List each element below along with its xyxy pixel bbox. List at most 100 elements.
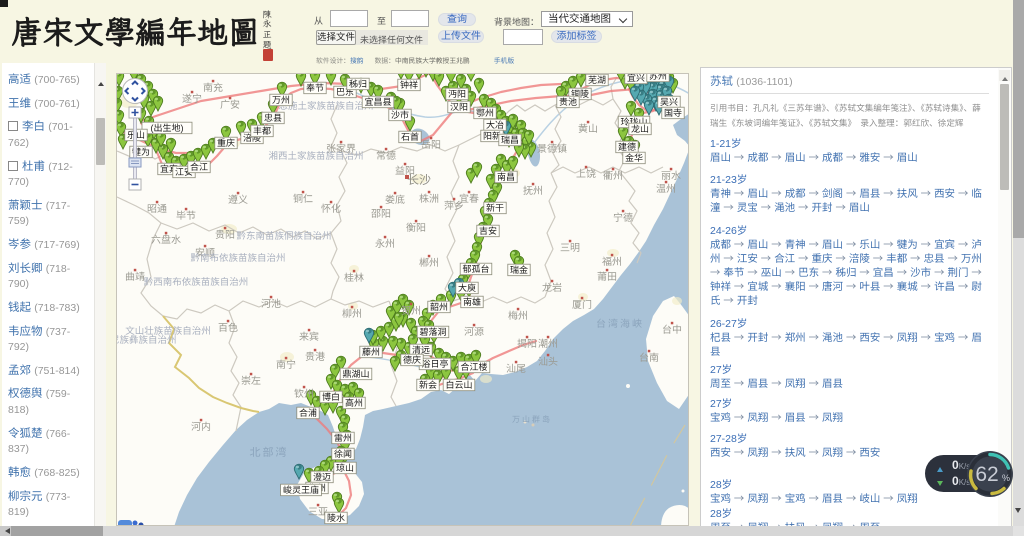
svg-text:衡阳: 衡阳 [406,222,426,234]
svg-text:汕头: 汕头 [538,356,558,368]
svg-text:株洲: 株洲 [419,193,439,205]
svg-text:河池: 河池 [261,298,281,310]
svg-text:福州: 福州 [602,256,622,268]
svg-text:琼山: 琼山 [336,463,354,473]
svg-text:黄山: 黄山 [578,123,598,135]
svg-text:景德镇: 景德镇 [537,143,567,155]
svg-text:鼎湖山: 鼎湖山 [342,369,369,379]
svg-text:阳新: 阳新 [483,131,501,141]
svg-text:梅州: 梅州 [508,310,528,322]
svg-text:国寺: 国寺 [664,108,682,118]
svg-text:瑞金: 瑞金 [510,265,528,275]
svg-text:常德: 常德 [376,150,396,162]
svg-text:奉节: 奉节 [306,83,324,93]
svg-text:黔东南苗族侗族自治州: 黔东南苗族侗族自治州 [236,230,331,242]
svg-text:藤州: 藤州 [362,347,380,357]
svg-text:宜春: 宜春 [459,193,479,205]
svg-text:红河哈尼族彝族自治州: 红河哈尼族彝族自治州 [117,335,177,346]
svg-text:万山群岛: 万山群岛 [512,415,552,424]
svg-text:大庾: 大庾 [458,283,476,293]
svg-text:韶州: 韶州 [430,302,448,312]
svg-text:广安: 广安 [220,99,240,111]
svg-text:六盘水: 六盘水 [151,234,181,246]
svg-text:温州: 温州 [656,183,676,195]
svg-text:南昌: 南昌 [497,172,515,182]
svg-text:白云山: 白云山 [445,380,472,390]
svg-text:黔南布依族苗族自治州: 黔南布依族苗族自治州 [190,252,285,264]
svg-text:秭归: 秭归 [349,79,367,89]
svg-text:贵池: 贵池 [559,97,577,107]
svg-text:怀化: 怀化 [321,203,341,215]
svg-text:沔阳: 沔阳 [448,89,466,99]
svg-text:忠县: 忠县 [264,113,282,123]
svg-text:贵阳: 贵阳 [215,229,235,241]
svg-text:长沙: 长沙 [407,173,431,187]
svg-text:三明: 三明 [560,243,580,254]
svg-text:宁德: 宁德 [613,212,633,224]
svg-text:南宁: 南宁 [276,359,296,371]
svg-text:(出生地): (出生地) [151,123,184,133]
svg-text:岳阳: 岳阳 [421,139,441,151]
svg-text:瑞昌: 瑞昌 [501,135,519,145]
svg-text:娄底: 娄底 [385,194,405,206]
svg-text:鄂州: 鄂州 [476,108,494,118]
svg-text:衢州: 衢州 [603,170,623,182]
svg-text:吴兴: 吴兴 [660,97,678,107]
svg-text:陵水: 陵水 [327,513,345,523]
svg-text:揭阳: 揭阳 [517,338,537,350]
svg-text:河源: 河源 [464,326,484,338]
svg-text:南充: 南充 [203,82,223,94]
svg-text:贵港: 贵港 [305,351,325,363]
svg-text:铜仁: 铜仁 [293,193,313,205]
svg-text:丽水: 丽水 [661,170,681,182]
svg-text:雷州: 雷州 [334,433,352,443]
svg-text:抚州: 抚州 [523,185,543,197]
svg-text:沙市: 沙市 [391,110,409,120]
svg-text:钦州: 钦州 [294,388,314,400]
svg-text:宜昌县: 宜昌县 [364,97,391,107]
svg-text:遂宁: 遂宁 [182,93,202,105]
svg-text:湘西土家族苗族自治州: 湘西土家族苗族自治州 [268,150,363,162]
svg-text:石首: 石首 [401,132,419,142]
svg-text:重庆: 重庆 [217,138,235,148]
svg-text:曲靖: 曲靖 [125,271,145,283]
svg-text:徐闻: 徐闻 [334,449,352,459]
svg-text:台中: 台中 [662,324,682,336]
svg-text:新会: 新会 [419,380,437,390]
svg-text:百色: 百色 [218,322,238,334]
svg-text:建德: 建德 [618,142,636,152]
svg-text:崇左: 崇左 [241,375,261,387]
svg-text:来宾: 来宾 [299,331,319,343]
svg-text:汉阳: 汉阳 [450,102,468,112]
svg-text:苏州: 苏州 [649,74,667,81]
svg-text:吉安: 吉安 [479,226,497,236]
svg-text:合江楼: 合江楼 [460,362,487,372]
svg-text:厦门: 厦门 [572,299,592,311]
svg-text:毕节: 毕节 [176,210,196,222]
svg-text:柳州: 柳州 [342,308,362,320]
svg-text:黔西南布依族苗族自治州: 黔西南布依族苗族自治州 [144,276,249,288]
svg-text:贺州: 贺州 [401,305,421,317]
svg-text:郁孤台: 郁孤台 [462,264,489,274]
svg-text:昭通: 昭通 [147,203,167,215]
svg-text:汕尾: 汕尾 [506,363,526,375]
svg-text:62: 62 [975,463,998,486]
svg-text:台湾海峡: 台湾海峡 [596,318,644,330]
svg-text:合浦: 合浦 [299,408,317,418]
svg-text:澄迈: 澄迈 [313,472,331,482]
svg-text:峻灵王庙: 峻灵王庙 [283,485,319,495]
svg-text:南雄: 南雄 [463,297,481,307]
svg-text:合江: 合江 [190,162,208,172]
svg-text:北部湾: 北部湾 [250,446,289,459]
svg-text:河内: 河内 [191,421,211,433]
svg-text:邵阳: 邵阳 [371,209,391,220]
svg-text:碧落洞: 碧落洞 [419,327,446,337]
svg-text:上饶: 上饶 [576,168,596,180]
svg-text:龙岩: 龙岩 [542,282,562,294]
svg-text:清远: 清远 [412,345,430,355]
svg-text:丰都: 丰都 [253,126,271,136]
svg-text:德庆: 德庆 [403,355,421,365]
svg-text:遵义: 遵义 [228,194,248,206]
svg-text:万州: 万州 [272,95,290,105]
svg-text:金华: 金华 [625,153,643,163]
